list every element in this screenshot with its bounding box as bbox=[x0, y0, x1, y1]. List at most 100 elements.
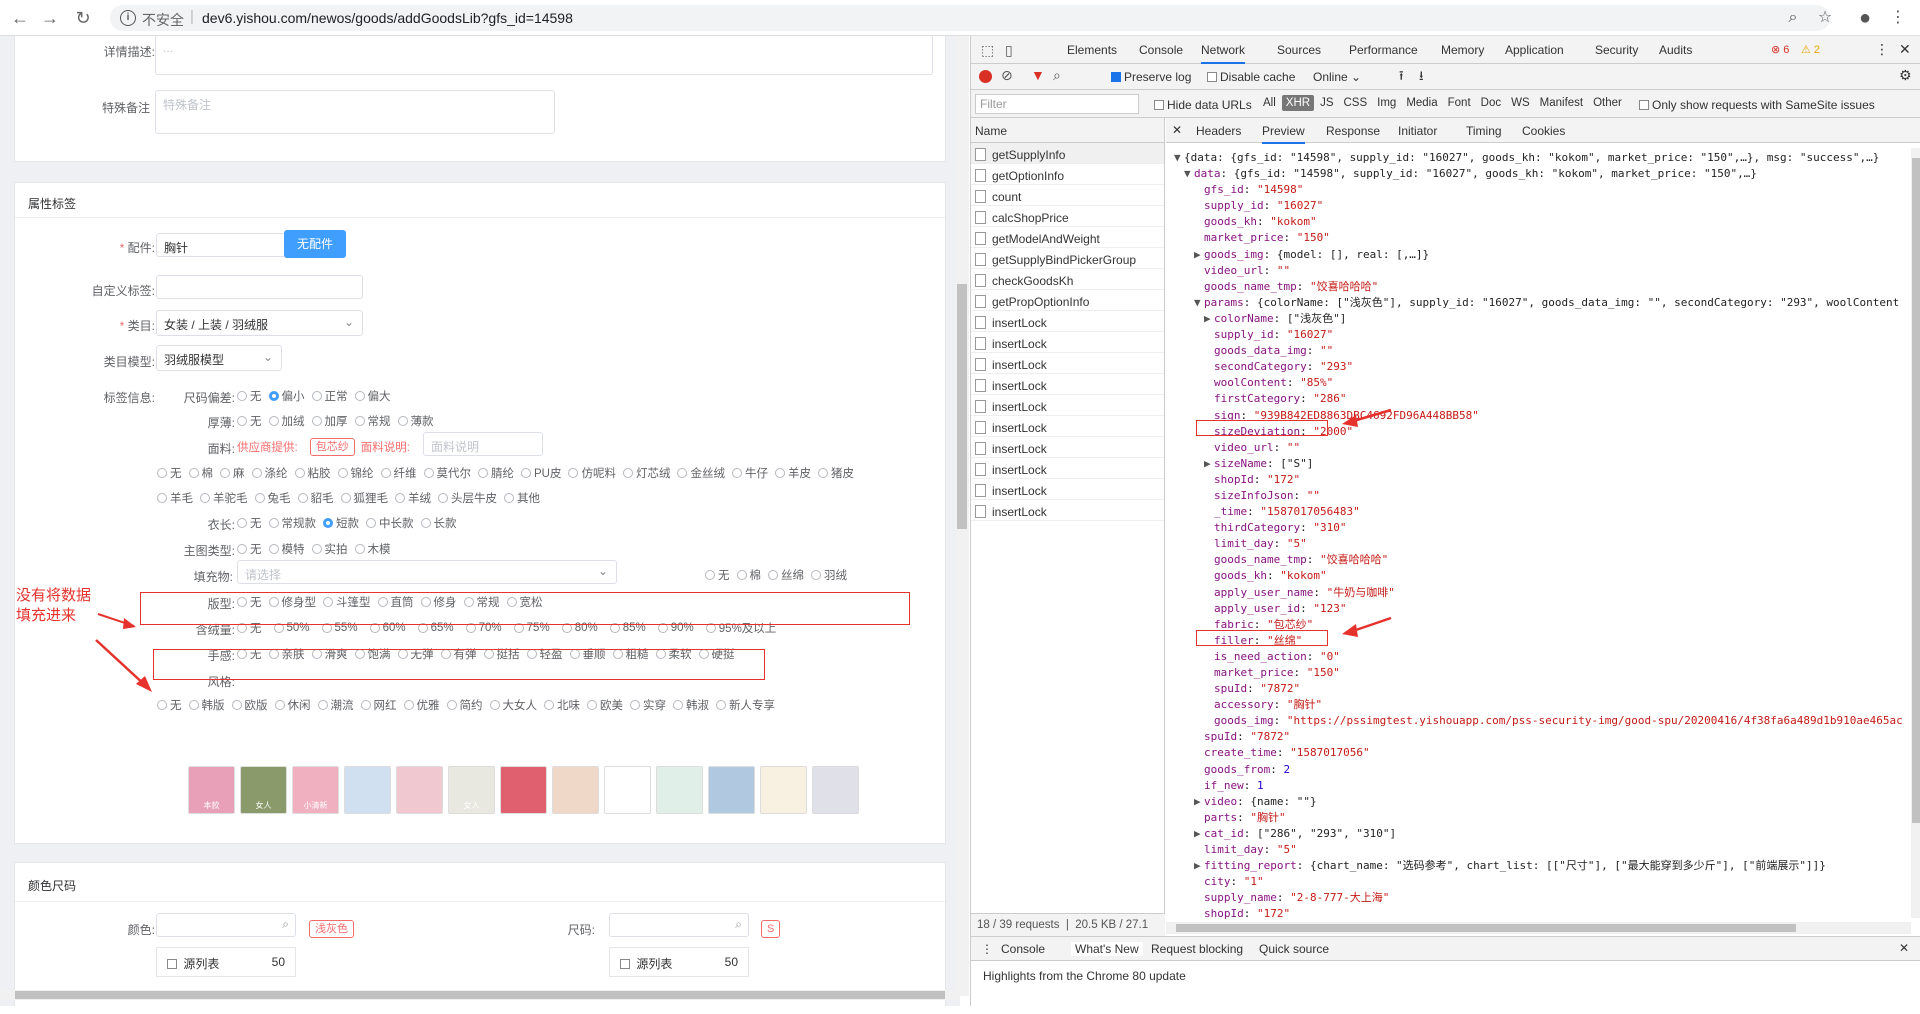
json-line[interactable]: shopId: "172" bbox=[1174, 472, 1904, 488]
radio-option[interactable]: 锦纶 bbox=[337, 465, 374, 481]
json-line[interactable]: ▼ data: {gfs_id: "14598", supply_id: "160… bbox=[1174, 166, 1904, 182]
forward-arrow-icon[interactable]: → bbox=[40, 8, 60, 28]
thickness-group[interactable]: 无 加绒 加厚 常规 薄款 bbox=[237, 413, 441, 429]
request-row[interactable]: insertLock bbox=[971, 458, 1164, 479]
type-filter[interactable]: JS bbox=[1316, 95, 1337, 111]
size-source-list[interactable]: 源列表 50 bbox=[609, 947, 749, 977]
radio-option[interactable]: 优雅 bbox=[403, 697, 440, 713]
type-filter[interactable]: Manifest bbox=[1536, 95, 1587, 111]
color-search-input[interactable]: ⌕ bbox=[156, 913, 296, 937]
radio-option[interactable]: 正常 bbox=[311, 388, 348, 404]
radio-option[interactable]: 网红 bbox=[360, 697, 397, 713]
json-line[interactable]: goods_from: 2 bbox=[1174, 762, 1904, 778]
style-thumbnail[interactable]: 女人 bbox=[448, 766, 495, 814]
json-line[interactable]: thirdCategory: "310" bbox=[1174, 520, 1904, 536]
size-search-input[interactable]: ⌕ bbox=[609, 913, 749, 937]
radio-option[interactable]: 北味 bbox=[544, 697, 580, 713]
devtools-tab[interactable]: Application bbox=[1505, 43, 1564, 57]
radio-option[interactable]: 狐狸毛 bbox=[340, 490, 388, 506]
filter-icon[interactable]: ▼ bbox=[1031, 67, 1045, 83]
json-line[interactable]: goods_name_tmp: "饺喜哈哈哈" bbox=[1174, 552, 1904, 568]
request-row[interactable]: count bbox=[971, 185, 1164, 206]
json-line[interactable]: goods_data_img: "" bbox=[1174, 343, 1904, 359]
close-icon[interactable]: ✕ bbox=[1899, 941, 1909, 955]
drawer-tab[interactable]: What's New bbox=[1071, 942, 1143, 956]
style-thumbnail[interactable]: 女人 bbox=[240, 766, 287, 814]
drawer-tab[interactable]: Request blocking bbox=[1151, 942, 1243, 956]
accessory-input[interactable]: 胸针 bbox=[156, 233, 286, 257]
url-text[interactable]: dev6.yishou.com/newos/goods/addGoodsLib?… bbox=[202, 10, 573, 26]
model-select[interactable]: 羽绒服模型 ⌄ bbox=[156, 345, 282, 371]
request-row[interactable]: getSupplyInfo bbox=[971, 143, 1164, 164]
radio-option[interactable]: 实拍 bbox=[311, 541, 348, 557]
type-filter[interactable]: XHR bbox=[1281, 95, 1315, 111]
expand-toggle-icon[interactable]: ▼ bbox=[1194, 295, 1204, 311]
expand-toggle-icon[interactable]: ▼ bbox=[1174, 150, 1184, 166]
json-line[interactable]: goods_img: "https://pssimgtest.yishouapp… bbox=[1174, 713, 1904, 729]
expand-toggle-icon[interactable]: ▶ bbox=[1204, 311, 1214, 327]
radio-option[interactable]: 腈纶 bbox=[478, 465, 514, 481]
remark-textarea[interactable]: 特殊备注 bbox=[155, 90, 555, 134]
radio-option[interactable]: 无 bbox=[705, 567, 730, 583]
request-row[interactable]: insertLock bbox=[971, 311, 1164, 332]
radio-option[interactable]: 羊皮 bbox=[774, 465, 811, 481]
json-line[interactable]: secondCategory: "293" bbox=[1174, 359, 1904, 375]
detail-tab[interactable]: Preview bbox=[1262, 124, 1305, 144]
devtools-tab[interactable]: Audits bbox=[1659, 43, 1692, 57]
json-line[interactable]: sizeInfoJson: "" bbox=[1174, 488, 1904, 504]
radio-option[interactable]: 纤维 bbox=[380, 465, 417, 481]
radio-option[interactable]: 简约 bbox=[446, 697, 483, 713]
profile-icon[interactable]: ● bbox=[1855, 8, 1875, 28]
radio-option[interactable]: 涤纶 bbox=[251, 465, 288, 481]
address-bar[interactable]: i 不安全 | dev6.yishou.com/newos/goods/addG… bbox=[110, 5, 1830, 31]
style-thumbnail[interactable] bbox=[500, 766, 547, 814]
drawer-tab[interactable]: Quick source bbox=[1259, 942, 1329, 956]
request-row[interactable]: getPropOptionInfo bbox=[971, 290, 1164, 311]
radio-option[interactable]: 常规款 bbox=[268, 515, 316, 531]
radio-option[interactable]: 粘胶 bbox=[294, 465, 331, 481]
radio-option[interactable]: 无 bbox=[157, 697, 182, 713]
radio-option[interactable]: 羊驼毛 bbox=[200, 490, 248, 506]
expand-toggle-icon[interactable]: ▶ bbox=[1194, 247, 1204, 263]
json-line[interactable]: ▶ fitting_report: {chart_name: "选码参考", ch… bbox=[1174, 858, 1904, 874]
request-row[interactable]: insertLock bbox=[971, 395, 1164, 416]
bookmark-star-icon[interactable]: ☆ bbox=[1815, 8, 1835, 28]
style-thumbnail[interactable] bbox=[760, 766, 807, 814]
request-row[interactable]: getOptionInfo bbox=[971, 164, 1164, 185]
custom-tag-input[interactable] bbox=[156, 275, 363, 299]
style-thumbnail[interactable]: 本款 bbox=[188, 766, 235, 814]
json-line[interactable]: ▶ cat_id: ["286", "293", "310"] bbox=[1174, 826, 1904, 842]
color-source-list[interactable]: 源列表 50 bbox=[156, 947, 296, 977]
record-icon[interactable] bbox=[979, 70, 992, 83]
devtools-tab[interactable]: Security bbox=[1595, 43, 1638, 57]
radio-option[interactable]: 新人专享 bbox=[716, 697, 775, 713]
request-row[interactable]: calcShopPrice bbox=[971, 206, 1164, 227]
warning-count[interactable]: ⚠ 2 bbox=[1801, 43, 1820, 56]
main-type-group[interactable]: 无 模特 实拍 木模 bbox=[237, 541, 398, 557]
radio-option[interactable]: 中长款 bbox=[366, 515, 414, 531]
json-line[interactable]: video_url: "" bbox=[1174, 440, 1904, 456]
radio-option[interactable]: 羊绒 bbox=[395, 490, 431, 506]
filler-select[interactable]: 请选择 ⌄ bbox=[237, 560, 617, 584]
devtools-menu-icon[interactable]: ⋮ bbox=[1875, 41, 1889, 58]
json-line[interactable]: video_url: "" bbox=[1174, 263, 1904, 279]
request-row[interactable]: insertLock bbox=[971, 416, 1164, 437]
preview-hscrollbar[interactable] bbox=[1166, 922, 1911, 934]
radio-option[interactable]: 偏小 bbox=[268, 388, 305, 404]
request-row[interactable]: insertLock bbox=[971, 374, 1164, 395]
style-thumbnail[interactable] bbox=[396, 766, 443, 814]
drawer-menu-icon[interactable]: ⋮ bbox=[981, 942, 993, 956]
category-select[interactable]: 女装 / 上装 / 羽绒服 ⌄ bbox=[156, 310, 363, 336]
zoom-icon[interactable]: ⌕ bbox=[1783, 8, 1803, 28]
close-icon[interactable]: ✕ bbox=[1899, 41, 1911, 58]
radio-option[interactable]: 无 bbox=[157, 465, 182, 481]
json-line[interactable]: _time: "1587017056483" bbox=[1174, 504, 1904, 520]
radio-option[interactable]: 羊毛 bbox=[157, 490, 193, 506]
detail-tab[interactable]: Cookies bbox=[1522, 124, 1565, 138]
no-accessory-button[interactable]: 无配件 bbox=[284, 230, 346, 258]
expand-toggle-icon[interactable]: ▶ bbox=[1194, 826, 1204, 842]
json-line[interactable]: ▶ sizeName: ["S"] bbox=[1174, 456, 1904, 472]
fabric-desc-input[interactable]: 面料说明 bbox=[423, 432, 543, 456]
size-dev-group[interactable]: 无 偏小 正常 偏大 bbox=[237, 388, 398, 404]
type-filter[interactable]: All bbox=[1259, 95, 1280, 111]
